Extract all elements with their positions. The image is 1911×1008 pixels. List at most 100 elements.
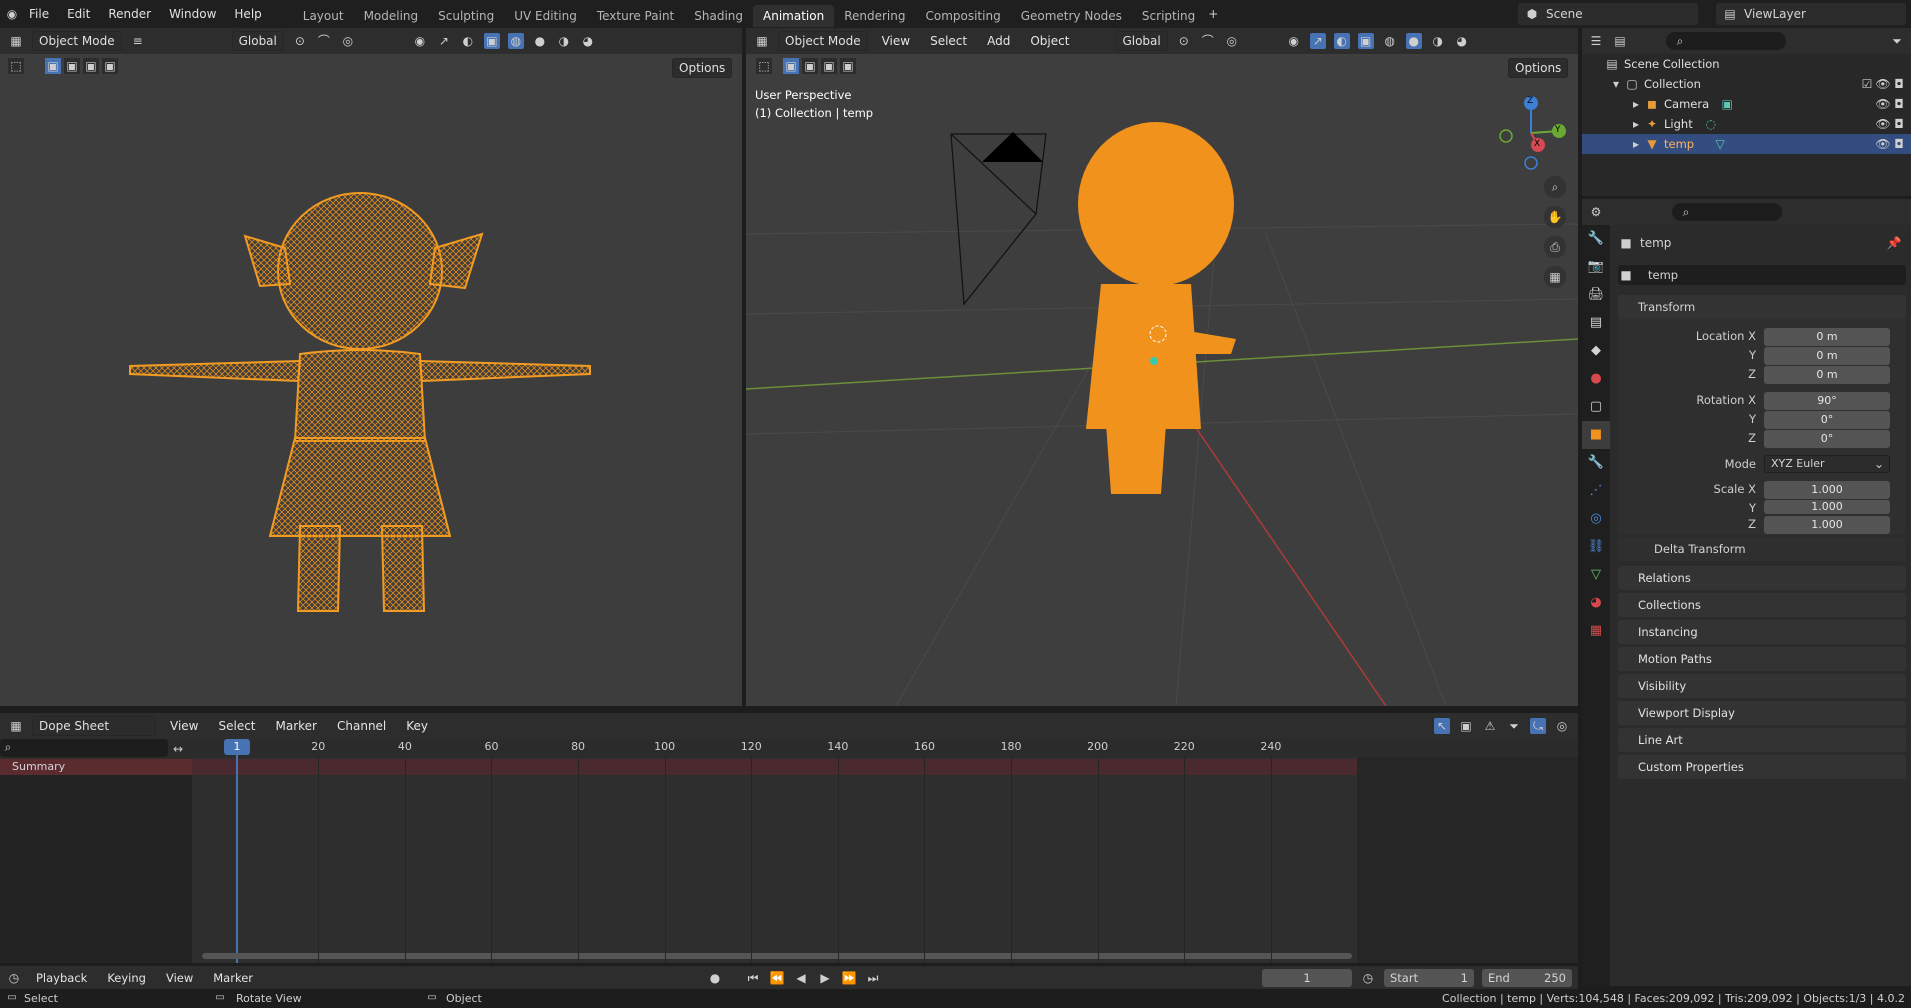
expand-icon[interactable]: ▸ [1628,136,1644,152]
proportional-edit-icon[interactable]: ◎ [340,33,356,49]
panel-relations[interactable]: Relations [1618,566,1906,590]
menu-file[interactable]: File [20,0,58,28]
play-icon[interactable]: ▶ [817,970,833,986]
menu-render[interactable]: Render [99,0,160,28]
horizontal-scrollbar[interactable] [202,953,1352,959]
location-z-field[interactable]: 0 m [1764,366,1890,384]
right-menu-object[interactable]: Object [1024,34,1075,48]
world-tab-icon[interactable]: ● [1582,365,1610,393]
pin-icon[interactable]: 📌 [1886,235,1902,251]
output-tab-icon[interactable]: 🖨 [1582,281,1610,309]
dope-menu-view[interactable]: View [164,719,204,733]
navigation-gizmo[interactable]: Z Y X [1491,93,1571,173]
timeline-playback-menu[interactable]: Playback [30,971,93,985]
dope-menu-key[interactable]: Key [400,719,434,733]
dope-menu-channel[interactable]: Channel [331,719,392,733]
right-viewport[interactable]: ▦ Object Mode View Select Add Object Glo… [746,28,1578,706]
transform-panel-header[interactable]: Transform [1618,295,1906,319]
tab-sculpting[interactable]: Sculpting [428,5,504,27]
filter-icon[interactable]: ⏷ [1506,718,1522,734]
eye-icon[interactable]: 👁 [1875,136,1891,152]
material-shading-icon[interactable]: ◑ [1430,33,1446,49]
editor-type-icon[interactable]: ▦ [8,33,24,49]
eye-icon[interactable]: 👁 [1875,116,1891,132]
dope-menu-select[interactable]: Select [212,719,261,733]
tool-tab-icon[interactable]: 🔧 [1582,225,1610,253]
scale-y-field[interactable]: 1.000 [1764,500,1890,514]
scene-selector[interactable]: ⬢ Scene [1518,3,1698,25]
dope-mode-dropdown[interactable]: Dope Sheet [32,716,156,736]
proportional-edit-icon[interactable]: ◎ [1224,33,1240,49]
tab-layout[interactable]: Layout [293,5,354,27]
pivot-icon[interactable]: ⊙ [292,33,308,49]
light-data-icon[interactable]: ◌ [1703,116,1719,132]
panel-custom-properties[interactable]: Custom Properties [1618,755,1906,779]
wireframe-shading-icon[interactable]: ◍ [507,33,524,49]
hamburger-menu-icon[interactable]: ≡ [130,33,146,49]
right-menu-add[interactable]: Add [981,34,1016,48]
snap-icon[interactable]: ⌒ [1200,33,1216,49]
tab-scripting[interactable]: Scripting [1132,5,1205,27]
panel-visibility[interactable]: Visibility [1618,674,1906,698]
timeline-marker-menu[interactable]: Marker [207,971,259,985]
scene-tab-icon[interactable]: ◆ [1582,337,1610,365]
xray-icon[interactable]: ▣ [483,33,500,49]
modifier-tab-icon[interactable]: 🔧 [1582,449,1610,477]
tab-compositing[interactable]: Compositing [915,5,1010,27]
solid-shading-icon[interactable]: ● [532,33,548,49]
eye-icon[interactable]: 👁 [1875,76,1891,92]
panel-line-art[interactable]: Line Art [1618,728,1906,752]
record-icon[interactable]: ● [707,970,723,986]
start-frame-field[interactable]: Start 1 [1384,968,1474,987]
solid-shading-icon[interactable]: ● [1405,33,1422,49]
visibility-icon[interactable]: ◉ [412,33,428,49]
right-orientation-dropdown[interactable]: Global [1115,31,1168,51]
menu-edit[interactable]: Edit [58,0,99,28]
dope-menu-marker[interactable]: Marker [270,719,323,733]
timeline-view-menu[interactable]: View [160,971,199,985]
rendered-shading-icon[interactable]: ◕ [580,33,596,49]
overlay-icon[interactable]: ◐ [460,33,476,49]
editor-type-icon[interactable]: ◷ [6,970,22,986]
texture-tab-icon[interactable]: ▦ [1582,617,1610,645]
properties-search-input[interactable]: ⌕ [1672,203,1782,221]
camera-view-icon[interactable]: ⎙ [1544,236,1566,258]
overlay-icon[interactable]: ◐ [1333,33,1350,49]
channel-summary[interactable]: Summary [0,759,192,775]
menu-help[interactable]: Help [225,0,270,28]
snap-icon[interactable]: ⌒ [316,33,332,49]
pivot-icon[interactable]: ⊙ [1176,33,1192,49]
jump-end-icon[interactable]: ⏭ [865,970,881,986]
sync-icon[interactable]: ↔ [170,741,186,757]
left-mode-dropdown[interactable]: Object Mode [32,31,122,51]
timeline-keying-menu[interactable]: Keying [101,971,152,985]
end-frame-field[interactable]: End 250 [1482,968,1572,987]
checkbox-icon[interactable]: ☑ [1859,76,1875,92]
prev-keyframe-icon[interactable]: ⏪ [769,970,785,986]
physics-tab-icon[interactable]: ◎ [1582,505,1610,533]
panel-viewport-display[interactable]: Viewport Display [1618,701,1906,725]
view-layer-selector[interactable]: ▤ ViewLayer [1716,3,1906,25]
next-keyframe-icon[interactable]: ⏩ [841,970,857,986]
wireframe-character[interactable] [120,176,600,616]
mesh-data-icon[interactable]: ▽ [1712,136,1728,152]
outliner-item-light[interactable]: ▸ ✦ Light ◌ 👁 ◘ [1582,114,1911,134]
tab-shading[interactable]: Shading [684,5,753,27]
gizmo-toggle-icon[interactable]: ↗ [1309,33,1326,49]
select-extend-icon[interactable]: ▣ [64,58,80,74]
expand-icon[interactable]: ▾ [1608,76,1624,92]
tab-animation[interactable]: Animation [753,4,835,27]
outliner-search-input[interactable]: ⌕ [1666,32,1786,50]
visibility-icon[interactable]: ◉ [1286,33,1302,49]
add-workspace-icon[interactable]: + [1205,6,1221,22]
select-box-icon[interactable]: ⬚ [8,58,24,74]
tab-modeling[interactable]: Modeling [354,5,429,27]
location-y-field[interactable]: 0 m [1764,347,1890,365]
gizmo-toggle-icon[interactable]: ↗ [436,33,452,49]
play-reverse-icon[interactable]: ◀ [793,970,809,986]
outliner-item-temp[interactable]: ▸ ▼ temp ▽ 👁 ◘ [1582,134,1911,154]
material-tab-icon[interactable]: ◕ [1582,589,1610,617]
xray-icon[interactable]: ▣ [1357,33,1374,49]
current-frame-field[interactable]: 1 [1262,968,1352,987]
panel-instancing[interactable]: Instancing [1618,620,1906,644]
